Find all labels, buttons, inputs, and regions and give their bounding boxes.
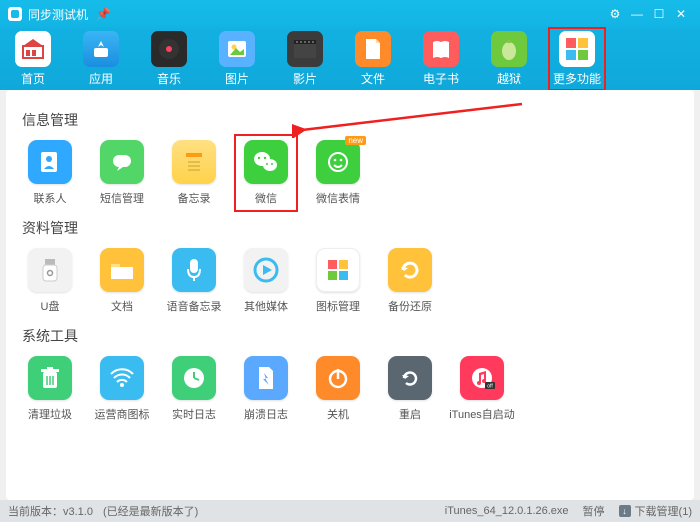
backup-icon (388, 248, 432, 292)
nav-more[interactable]: 更多功能 (552, 31, 602, 87)
wechat-icon (244, 140, 288, 184)
settings-icon[interactable]: ⚙ (604, 7, 626, 21)
item-voice-memo[interactable]: 语音备忘录 (168, 248, 220, 314)
grid-system: 清理垃圾 运营商图标 实时日志 崩溃日志 关机 重启 off iTunes自启动 (24, 356, 680, 422)
itunes-icon: off (460, 356, 504, 400)
grid-info: 联系人 短信管理 备忘录 微信 new 微信表情 (24, 140, 680, 206)
maximize-button[interactable]: ☐ (648, 7, 670, 21)
section-title-data: 资料管理 (22, 218, 680, 238)
item-wechat-sticker[interactable]: new 微信表情 (312, 140, 364, 206)
nav-photos[interactable]: 图片 (212, 31, 262, 87)
item-sms[interactable]: 短信管理 (96, 140, 148, 206)
jailbreak-icon (491, 31, 527, 67)
latest-text: (已经是最新版本了) (103, 503, 198, 519)
signal-icon (100, 356, 144, 400)
udisk-icon (28, 248, 72, 292)
reboot-icon (388, 356, 432, 400)
titlebar: 同步测试机 📌 ⚙ — ☐ ✕ (0, 0, 700, 28)
version-text: 当前版本：v3.1.0 (8, 503, 93, 519)
item-realtime-log[interactable]: 实时日志 (168, 356, 220, 422)
apps-icon (83, 31, 119, 67)
item-docs[interactable]: 文档 (96, 248, 148, 314)
status-downloads[interactable]: ↓下载管理(1) (619, 503, 692, 519)
sticker-icon (316, 140, 360, 184)
minimize-button[interactable]: — (626, 7, 648, 21)
iconmgr-icon (316, 248, 360, 292)
sms-icon (100, 140, 144, 184)
item-itunes-autostart[interactable]: off iTunes自启动 (456, 356, 508, 422)
files-icon (355, 31, 391, 67)
docs-icon (100, 248, 144, 292)
trash-icon (28, 356, 72, 400)
main-toolbar: 首页 应用 音乐 图片 影片 文件 电子书 (0, 28, 700, 90)
item-contacts[interactable]: 联系人 (24, 140, 76, 206)
mic-icon (172, 248, 216, 292)
clock-icon (172, 356, 216, 400)
new-badge: new (345, 136, 366, 145)
close-button[interactable]: ✕ (670, 7, 692, 21)
window-title: 同步测试机 (28, 6, 88, 23)
app-logo-icon (8, 7, 22, 21)
nav-ebooks[interactable]: 电子书 (416, 31, 466, 87)
music-icon (151, 31, 187, 67)
item-shutdown[interactable]: 关机 (312, 356, 364, 422)
item-clean[interactable]: 清理垃圾 (24, 356, 76, 422)
status-file[interactable]: iTunes_64_12.0.1.26.exe (445, 505, 569, 517)
status-bar: 当前版本：v3.1.0 (已经是最新版本了) iTunes_64_12.0.1.… (0, 500, 700, 522)
nav-music[interactable]: 音乐 (144, 31, 194, 87)
nav-apps[interactable]: 应用 (76, 31, 126, 87)
item-reboot[interactable]: 重启 (384, 356, 436, 422)
status-pause[interactable]: 暂停 (583, 503, 605, 519)
item-backup[interactable]: 备份还原 (384, 248, 436, 314)
item-other-media[interactable]: 其他媒体 (240, 248, 292, 314)
pin-icon[interactable]: 📌 (96, 7, 111, 21)
item-carrier[interactable]: 运营商图标 (96, 356, 148, 422)
ebooks-icon (423, 31, 459, 67)
home-icon (15, 31, 51, 67)
photos-icon (219, 31, 255, 67)
nav-jailbreak[interactable]: 越狱 (484, 31, 534, 87)
media-icon (244, 248, 288, 292)
contacts-icon (28, 140, 72, 184)
grid-data: U盘 文档 语音备忘录 其他媒体 图标管理 备份还原 (24, 248, 680, 314)
videos-icon (287, 31, 323, 67)
crashlog-icon (244, 356, 288, 400)
section-title-system: 系统工具 (22, 326, 680, 346)
svg-text:off: off (487, 384, 493, 390)
notes-icon (172, 140, 216, 184)
power-icon (316, 356, 360, 400)
nav-videos[interactable]: 影片 (280, 31, 330, 87)
more-icon (559, 31, 595, 67)
item-crash-log[interactable]: 崩溃日志 (240, 356, 292, 422)
nav-files[interactable]: 文件 (348, 31, 398, 87)
item-udisk[interactable]: U盘 (24, 248, 76, 314)
item-notes[interactable]: 备忘录 (168, 140, 220, 206)
content-panel: 信息管理 联系人 短信管理 备忘录 微信 new 微信表情 资料管理 U盘 (6, 90, 694, 500)
section-title-info: 信息管理 (22, 110, 680, 130)
item-wechat[interactable]: 微信 (240, 140, 292, 206)
item-icon-manage[interactable]: 图标管理 (312, 248, 364, 314)
nav-home[interactable]: 首页 (8, 31, 58, 87)
download-icon: ↓ (619, 505, 631, 517)
